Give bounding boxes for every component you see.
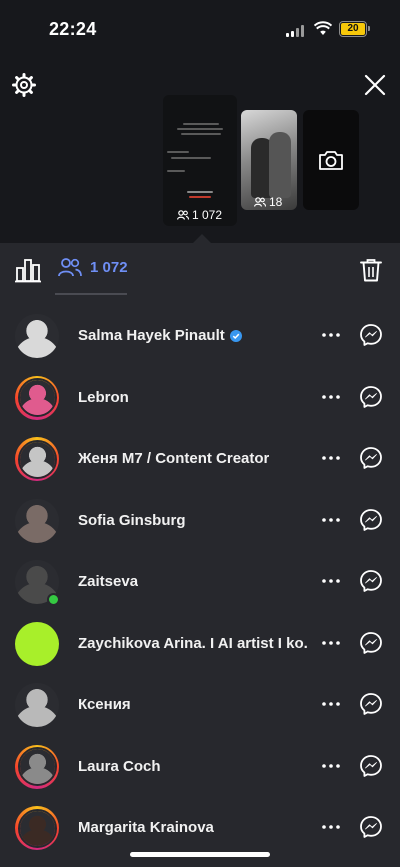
viewer-row[interactable]: Ксения bbox=[0, 674, 400, 736]
viewer-row[interactable]: Laura Coch bbox=[0, 736, 400, 798]
close-icon[interactable] bbox=[363, 73, 387, 97]
viewer-name: Женя M7 / Content Creator bbox=[78, 450, 269, 467]
messenger-icon[interactable] bbox=[359, 569, 383, 593]
viewer-row[interactable]: Margarita Krainova bbox=[0, 797, 400, 859]
messenger-icon[interactable] bbox=[359, 815, 383, 839]
viewer-row[interactable]: Sofia Ginsburg bbox=[0, 490, 400, 552]
viewer-name-text: Женя M7 / Content Creator bbox=[78, 450, 270, 467]
viewer-row[interactable]: Salma Hayek Pinault bbox=[0, 305, 400, 367]
messenger-icon[interactable] bbox=[359, 508, 383, 532]
messenger-icon[interactable] bbox=[359, 692, 383, 716]
viewer-name-text: Margarita Krainova bbox=[78, 819, 214, 836]
more-options-icon[interactable] bbox=[321, 694, 341, 714]
more-options-icon[interactable] bbox=[321, 633, 341, 653]
messenger-icon[interactable] bbox=[359, 754, 383, 778]
messenger-icon[interactable] bbox=[359, 446, 383, 470]
more-options-icon[interactable] bbox=[321, 510, 341, 530]
wifi-icon bbox=[314, 21, 332, 35]
viewer-name-text: Laura Coch bbox=[78, 757, 161, 775]
viewer-name: Margarita Krainova bbox=[78, 819, 214, 836]
settings-gear-icon[interactable] bbox=[12, 73, 36, 97]
more-options-icon[interactable] bbox=[321, 756, 341, 776]
insights-bar-chart-icon[interactable] bbox=[15, 257, 41, 283]
avatar[interactable] bbox=[15, 498, 59, 543]
avatar[interactable] bbox=[15, 744, 59, 789]
viewer-row[interactable]: Женя M7 / Content Creator bbox=[0, 428, 400, 490]
avatar[interactable] bbox=[15, 683, 59, 727]
viewer-name: Zaitseva bbox=[78, 573, 138, 590]
viewers-icon bbox=[58, 258, 82, 277]
viewer-name: Salma Hayek Pinault bbox=[78, 327, 242, 344]
cellular-signal-icon bbox=[286, 25, 306, 37]
status-time: 22:24 bbox=[49, 19, 97, 39]
more-options-icon[interactable] bbox=[321, 817, 341, 837]
messenger-icon[interactable] bbox=[359, 323, 383, 347]
story-thumbnail-current[interactable]: 1 072 bbox=[163, 95, 237, 226]
viewer-name-text: Zaychikova Arina. I AI artist I ko... bbox=[78, 634, 308, 652]
viewer-name-text: Sofia Ginsburg bbox=[78, 511, 186, 529]
story-thumbnail-photo[interactable]: 18 bbox=[241, 110, 297, 210]
status-bar: 22:24 20 bbox=[0, 0, 400, 56]
battery-icon: 20 bbox=[339, 21, 370, 37]
more-options-icon[interactable] bbox=[321, 325, 341, 345]
viewer-name: Ксения bbox=[78, 696, 131, 713]
tab-viewers[interactable]: 1 072 bbox=[58, 257, 128, 277]
avatar[interactable] bbox=[15, 806, 59, 850]
messenger-icon[interactable] bbox=[359, 385, 383, 409]
viewer-row[interactable]: Lebron bbox=[0, 367, 400, 429]
avatar[interactable] bbox=[15, 314, 59, 358]
home-indicator[interactable] bbox=[130, 852, 270, 857]
more-options-icon[interactable] bbox=[321, 387, 341, 407]
viewer-name: Sofia Ginsburg bbox=[78, 512, 186, 529]
camera-icon bbox=[319, 151, 343, 170]
viewer-name-text: Salma Hayek Pinault bbox=[78, 327, 225, 344]
trash-icon[interactable] bbox=[360, 258, 382, 282]
tab-underline bbox=[55, 293, 127, 295]
story-view-count-2: 18 bbox=[254, 195, 282, 209]
viewer-row[interactable]: Zaitseva bbox=[0, 551, 400, 613]
add-story-camera-button[interactable] bbox=[303, 110, 359, 210]
viewer-name: Zaychikova Arina. I AI artist I ko... bbox=[78, 635, 308, 652]
sheet-tabs: 1 072 bbox=[0, 243, 400, 295]
viewers-icon bbox=[254, 197, 266, 207]
selected-story-pointer bbox=[193, 234, 211, 243]
story-view-count: 1 072 bbox=[177, 208, 222, 222]
more-options-icon[interactable] bbox=[321, 571, 341, 591]
viewers-sheet: 1 072 Salma Hayek Pinault Lebron Женя M7 /… bbox=[0, 243, 400, 867]
battery-level: 20 bbox=[341, 23, 365, 35]
avatar[interactable] bbox=[15, 375, 59, 420]
viewer-row[interactable]: Zaychikova Arina. I AI artist I ko... bbox=[0, 613, 400, 675]
online-status-dot bbox=[47, 593, 60, 606]
viewers-icon bbox=[177, 210, 189, 220]
viewer-name-text: Ксения bbox=[78, 696, 131, 713]
viewer-name-text: Lebron bbox=[78, 388, 129, 406]
viewer-name: Laura Coch bbox=[78, 758, 161, 775]
viewer-list: Salma Hayek Pinault Lebron Женя M7 / Conte… bbox=[0, 305, 400, 859]
viewers-count: 1 072 bbox=[90, 258, 128, 276]
more-options-icon[interactable] bbox=[321, 448, 341, 468]
viewer-name-text: Zaitseva bbox=[78, 573, 139, 590]
messenger-icon[interactable] bbox=[359, 631, 383, 655]
avatar[interactable] bbox=[15, 437, 59, 481]
verified-badge-icon bbox=[229, 329, 242, 342]
avatar[interactable] bbox=[15, 621, 59, 666]
viewer-name: Lebron bbox=[78, 389, 129, 406]
